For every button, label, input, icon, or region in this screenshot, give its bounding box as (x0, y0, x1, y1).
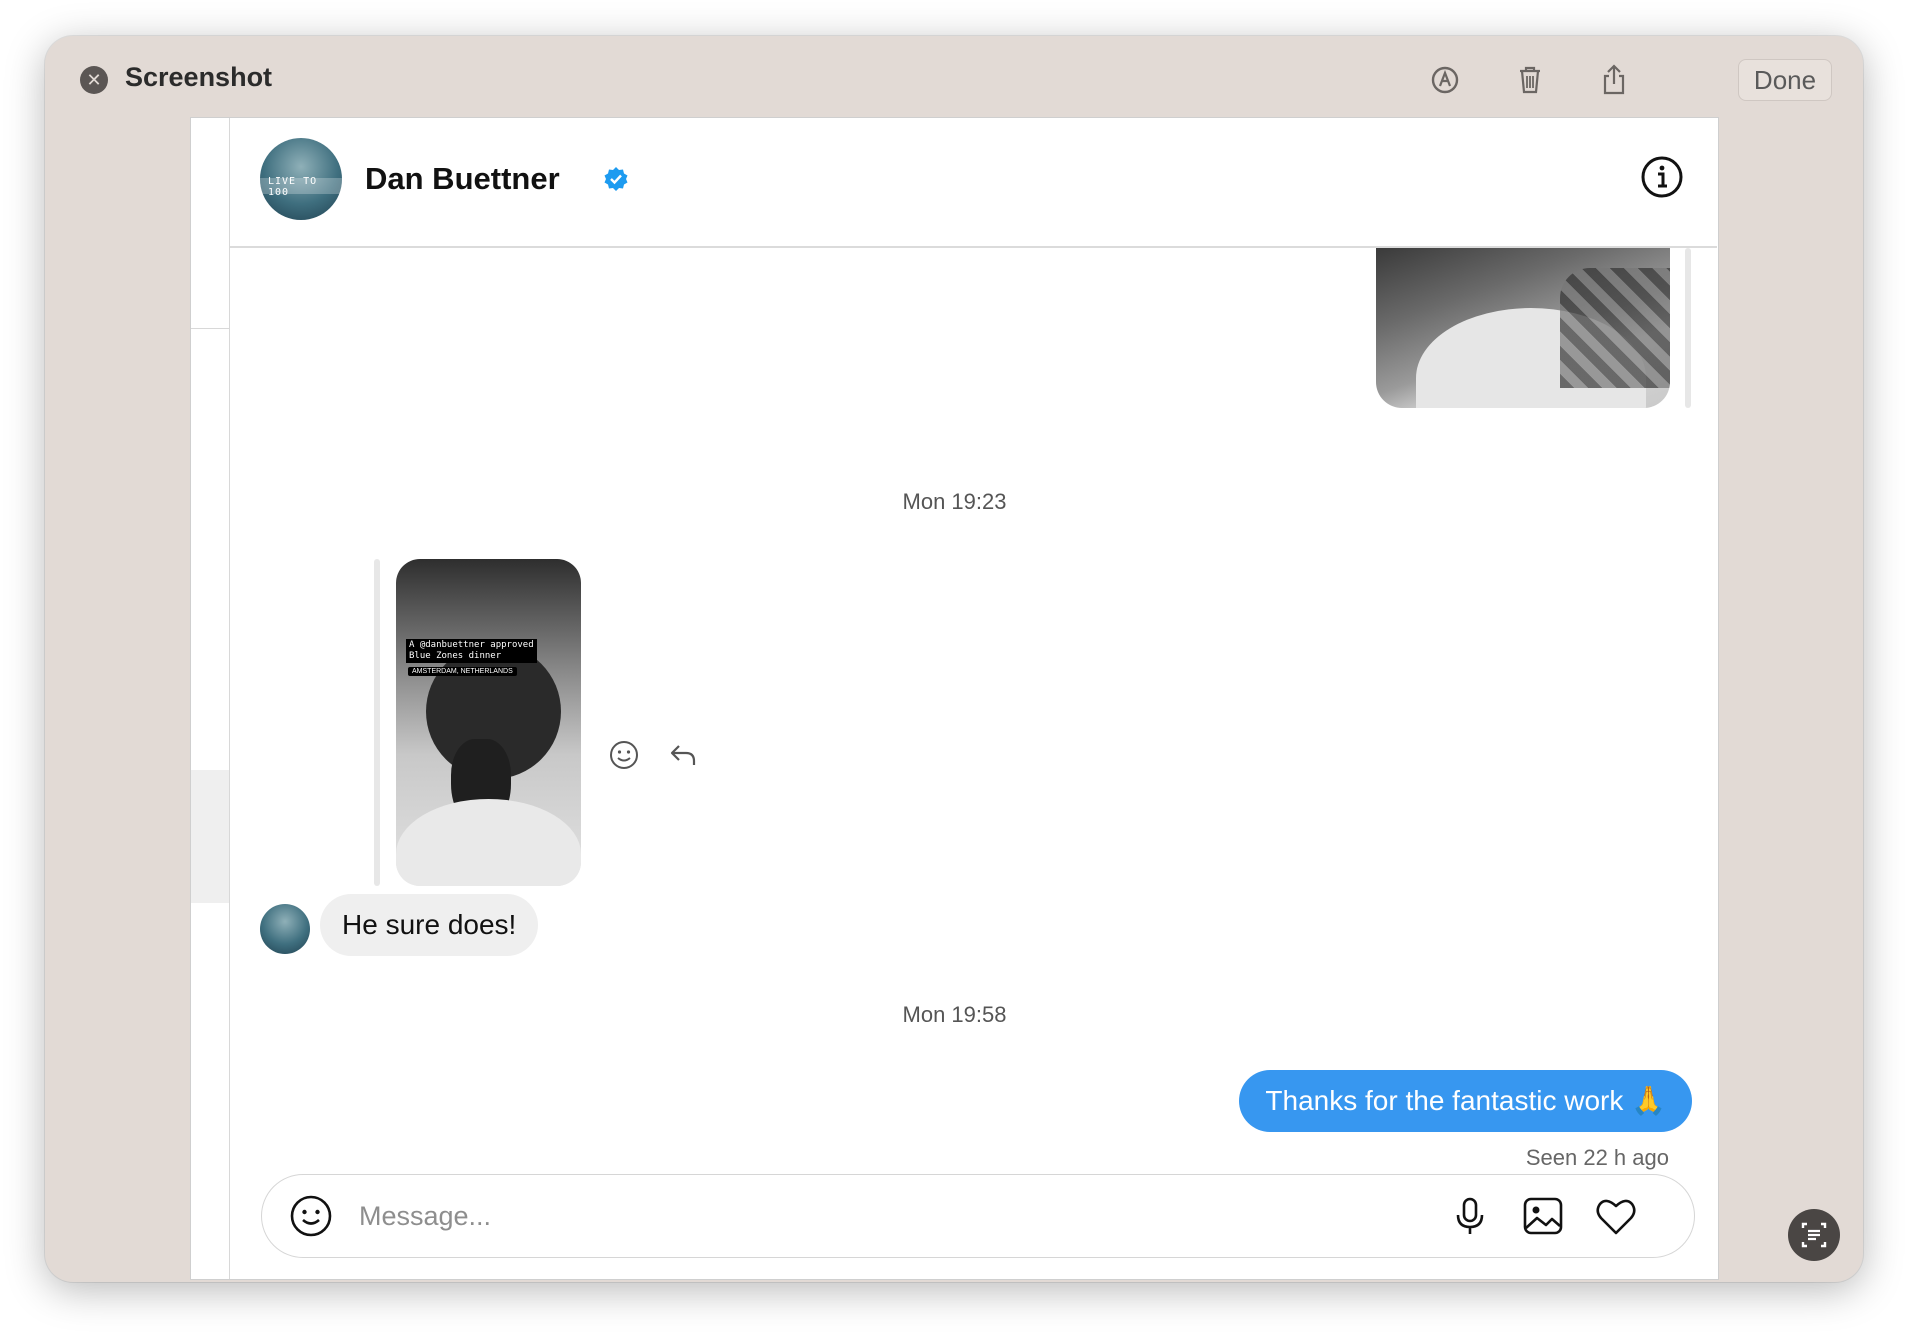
message-composer (261, 1174, 1695, 1258)
share-icon[interactable] (1594, 60, 1634, 100)
info-icon[interactable] (1639, 154, 1685, 200)
message-input[interactable] (357, 1193, 1361, 1239)
avatar[interactable] (260, 904, 310, 954)
image-icon[interactable] (1520, 1193, 1566, 1239)
seen-status: Seen 22 h ago (1525, 1145, 1669, 1170)
message-timestamp: Mon 19:58 (902, 1002, 1007, 1027)
avatar-text: LIVE TO 100 (268, 176, 318, 198)
outgoing-message[interactable]: Thanks for the fantastic work 🙏 (1239, 1070, 1692, 1132)
sidebar-edge (191, 118, 230, 1279)
incoming-message[interactable]: He sure does! (320, 894, 539, 956)
sidebar-divider (191, 328, 229, 329)
story-location: AMSTERDAM, NETHERLANDS (408, 667, 517, 676)
verified-icon (603, 166, 629, 192)
window-title: Screenshot (125, 62, 273, 92)
heart-icon[interactable] (1593, 1193, 1639, 1239)
emoji-icon[interactable] (288, 1193, 334, 1239)
microphone-icon[interactable] (1447, 1193, 1493, 1239)
live-text-icon[interactable] (1788, 1209, 1840, 1261)
reply-indicator-bar (374, 559, 380, 886)
reply-indicator-bar (1685, 248, 1691, 408)
shared-photo[interactable] (1376, 248, 1670, 408)
story-caption: A @danbuettner approved Blue Zones dinner (406, 639, 537, 663)
emoji-reaction-icon[interactable] (607, 738, 641, 772)
close-icon[interactable]: ✕ (80, 66, 108, 94)
done-button[interactable]: Done (1738, 59, 1832, 101)
story-reply-thumbnail[interactable]: A @danbuettner approved Blue Zones dinner… (396, 559, 581, 886)
reply-icon[interactable] (666, 738, 700, 772)
avatar[interactable]: LIVE TO 100 (260, 138, 342, 220)
trash-icon[interactable] (1510, 60, 1550, 100)
chat-screenshot: LIVE TO 100 Dan Buettner Mon 19:23 A @da… (190, 117, 1719, 1280)
sidebar-selected-item (191, 770, 229, 903)
chat-header: LIVE TO 100 Dan Buettner (230, 118, 1717, 248)
message-timestamp: Mon 19:23 (902, 489, 1007, 514)
screenshot-window: ✕ Screenshot Done LIVE TO 100 Dan Buettn… (45, 36, 1863, 1282)
markup-icon[interactable] (1425, 60, 1465, 100)
contact-name[interactable]: Dan Buettner (365, 161, 560, 197)
